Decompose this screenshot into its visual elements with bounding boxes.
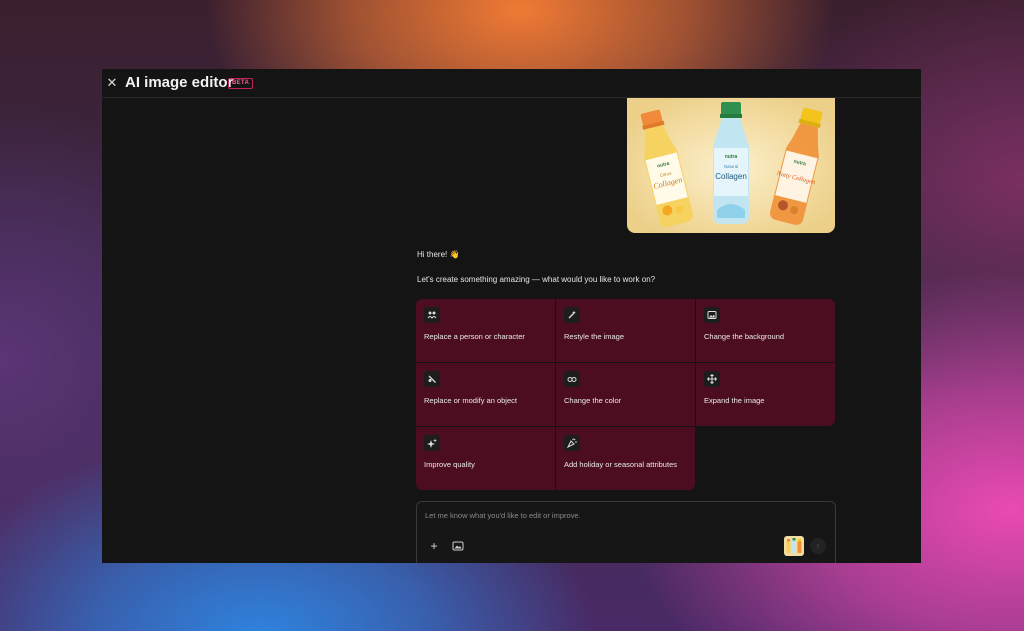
composer-input[interactable]: Let me know what you'd like to edit or i… <box>425 510 581 522</box>
magic-wand-icon <box>564 307 580 323</box>
option-label: Change the background <box>704 332 785 341</box>
bottle-name: Collagen <box>715 172 747 181</box>
option-replace-person[interactable]: Replace a person or character <box>416 299 555 362</box>
option-replace-object[interactable]: Replace or modify an object <box>416 363 555 426</box>
title-bar: ✕ AI image editor BETA <box>102 69 921 98</box>
option-holiday-attributes[interactable]: Add holiday or seasonal attributes <box>556 427 695 490</box>
option-label: Replace or modify an object <box>424 396 517 405</box>
greeting-message: Hi there! 👋 <box>417 250 460 259</box>
assistant-prompt: Let's create something amazing — what wo… <box>417 275 656 284</box>
arrow-up-icon[interactable]: ↑ <box>810 538 826 554</box>
option-expand-image[interactable]: Expand the image <box>696 363 835 426</box>
close-icon[interactable]: ✕ <box>104 74 120 92</box>
person-swap-icon <box>424 307 440 323</box>
message-composer[interactable]: Let me know what you'd like to edit or i… <box>416 501 836 563</box>
editor-window: ✕ AI image editor BETA nutra Citrus Coll… <box>102 69 921 563</box>
option-label: Restyle the image <box>564 332 625 341</box>
bottle-citrus: nutra Citrus Collagen <box>640 109 693 227</box>
object-edit-icon <box>424 371 440 387</box>
sparkle-icon <box>424 435 440 451</box>
option-label: Add holiday or seasonal attributes <box>564 460 677 469</box>
plus-icon[interactable]: + <box>427 539 441 553</box>
bottle-flavor: Natural <box>724 164 739 169</box>
app-title: AI image editor <box>125 74 234 91</box>
confetti-icon <box>564 435 580 451</box>
glasses-icon <box>564 371 580 387</box>
option-change-background[interactable]: Change the background <box>696 299 835 362</box>
option-improve-quality[interactable]: Improve quality <box>416 427 555 490</box>
option-restyle-image[interactable]: Restyle the image <box>556 299 695 362</box>
bottle-brand: nutra <box>725 154 738 160</box>
option-label: Expand the image <box>704 396 765 405</box>
product-image: nutra Citrus Collagen nutra Natural Coll… <box>627 98 835 233</box>
option-label: Improve quality <box>424 460 475 469</box>
attached-image-thumbnail[interactable] <box>784 536 804 556</box>
option-label: Change the color <box>564 396 622 405</box>
image-upload-icon[interactable] <box>452 540 464 552</box>
beta-badge: BETA <box>228 78 254 89</box>
option-change-color[interactable]: Change the color <box>556 363 695 426</box>
image-icon <box>704 307 720 323</box>
bottle-natural: nutra Natural Collagen <box>713 102 749 224</box>
bottle-nutty: nutra Nutty Collagen <box>770 107 823 225</box>
option-label: Replace a person or character <box>424 332 525 341</box>
expand-arrows-icon <box>704 371 720 387</box>
